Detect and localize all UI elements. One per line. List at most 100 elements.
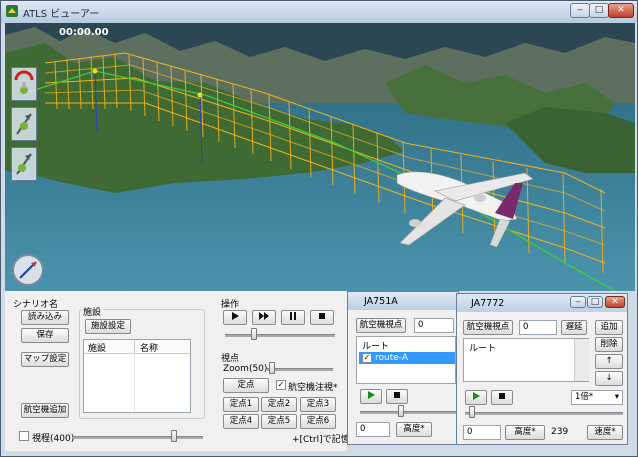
ja751a-route-checkbox[interactable]: ✓ [362,353,372,363]
scene [5,23,635,291]
ja7772-altitude-value: 239 [551,427,569,437]
load-button[interactable]: 読み込み [21,310,69,325]
ja7772-minimize-button[interactable]: ‒ [570,296,586,308]
time-slider-track[interactable] [225,334,335,337]
ja751a-position-field[interactable]: 0 [356,422,390,437]
range-label: 視程(400) [32,434,75,444]
add-aircraft-button[interactable]: 航空機追加 [21,403,69,418]
ja7772-position-field[interactable]: 0 [463,425,501,440]
zoom-slider-track[interactable] [267,368,333,371]
fixed-point-4-button[interactable]: 定点4 [223,414,259,429]
ja7772-route-header: ルート [469,344,497,354]
viewpoint-label: 視点 [221,354,240,364]
stop-button[interactable] [310,310,334,325]
close-button[interactable]: ✕ [608,3,634,18]
ja751a-route-row[interactable]: ✓ route-A [359,352,455,364]
range-slider-track[interactable] [73,436,203,439]
ja7772-value-field[interactable]: 0 [519,320,557,335]
column-header-name[interactable]: 名称 [140,341,158,354]
view-pan-button[interactable] [11,107,37,141]
ja7772-speed-value: 1倍* [575,392,594,402]
compass-icon [12,254,44,286]
play-icon [232,312,239,320]
play-button[interactable] [223,310,247,325]
ja7772-viewpoint-button[interactable]: 航空機視点 [463,320,513,335]
maximize-icon: □ [594,5,604,15]
ja7772-slider-thumb[interactable] [469,406,475,418]
ctrl-hint: +[Ctrl]で記憶 [292,435,350,445]
save-button[interactable]: 保存 [21,328,69,343]
ja7772-add-button[interactable]: 追加 [595,320,623,335]
facility-settings-button[interactable]: 施設設定 [85,319,131,334]
operation-label: 操作 [221,300,240,310]
ja751a-stop-button[interactable] [386,389,408,404]
stop-icon [319,313,325,319]
stop-icon [394,392,400,398]
ja751a-viewpoint-button[interactable]: 航空機視点 [356,318,406,333]
waypoint-marker [92,68,98,74]
ja7772-up-button[interactable]: ↑ [595,354,623,369]
ja7772-speed-button[interactable]: 速度* [587,425,623,440]
fixed-point-3-button[interactable]: 定点3 [300,397,336,412]
ja7772-play-button[interactable] [465,390,487,405]
app-icon [6,5,18,17]
chevron-down-icon: ▾ [614,392,619,402]
watch-aircraft-checkbox[interactable]: ✓ [276,380,286,390]
fixed-point-5-button[interactable]: 定点5 [261,414,297,429]
ja7772-delay-button[interactable]: 遅延 [561,320,587,335]
maximize-button[interactable]: □ [589,3,609,18]
time-slider-thumb[interactable] [251,328,257,340]
map-settings-button[interactable]: マップ設定 [21,352,69,367]
ja7772-down-button[interactable]: ↓ [595,371,623,386]
ja751a-slider-track[interactable] [360,411,456,414]
fixed-point-6-button[interactable]: 定点6 [300,414,336,429]
ja751a-title: JA751A [364,296,398,307]
ja7772-close-button[interactable]: ✕ [605,296,625,308]
ja751a-altitude-button[interactable]: 高度* [396,422,432,437]
pause-button[interactable] [281,310,305,325]
ja7772-altitude-button[interactable]: 高度* [505,425,545,440]
close-icon: ✕ [617,5,625,15]
ja751a-title-bar: JA751A [348,292,458,310]
ja751a-window: JA751A 航空機視点 0 ルート ✓ route-A 0 高度* [347,291,459,445]
rotate-icon [14,70,34,94]
ja751a-value-field[interactable]: 0 [414,318,454,333]
watch-aircraft-label: 航空機注視* [288,383,338,393]
ja7772-delete-button[interactable]: 削除 [595,337,623,352]
fixed-point-button[interactable]: 定点 [223,378,269,393]
zoom-icon [16,153,32,175]
ja7772-window: JA7772 ‒ □ ✕ 航空機視点 0 遅延 追加 削除 ↑ ↓ ルート 1倍… [456,293,628,445]
time-readout: 00:00.00 [59,27,109,38]
pan-icon [16,113,32,135]
minimize-icon: ‒ [577,5,583,15]
facilities-table[interactable]: 施設 名称 [83,339,191,413]
ja7772-title: JA7772 [471,298,505,309]
ja7772-title-bar: JA7772 ‒ □ ✕ [457,294,627,312]
scenario-label: シナリオ名 [13,300,59,310]
zoom-label: Zoom(50) [223,364,268,374]
ja7772-slider-track[interactable] [465,412,623,415]
ja7772-route-list[interactable]: ルート [463,338,589,382]
fixed-point-1-button[interactable]: 定点1 [223,397,259,412]
ja7772-stop-button[interactable] [491,390,513,405]
ja7772-maximize-button[interactable]: □ [587,296,603,308]
minimize-button[interactable]: ‒ [570,3,590,18]
ja7772-route-scrollbar[interactable] [574,339,589,381]
range-checkbox[interactable] [19,431,29,441]
ja7772-speed-select[interactable]: 1倍* ▾ [571,390,623,405]
view-rotate-button[interactable] [11,67,37,101]
title-bar: ATLS ビューアー ‒ □ ✕ [1,1,637,23]
column-header-facility[interactable]: 施設 [88,341,106,354]
ja751a-route-list[interactable]: ルート ✓ route-A [356,336,456,384]
ja751a-route-header: ルート [362,342,390,352]
play-icon [368,391,375,399]
fast-forward-button[interactable] [252,310,276,325]
view-zoom-button[interactable] [11,147,37,181]
window-title: ATLS ビューアー [23,9,100,20]
range-slider-thumb[interactable] [171,430,177,442]
ja751a-play-button[interactable] [360,389,382,404]
3d-viewport[interactable]: 00:00.00 [5,23,635,291]
ja751a-slider-thumb[interactable] [398,405,404,417]
zoom-slider-thumb[interactable] [269,362,275,374]
fixed-point-2-button[interactable]: 定点2 [261,397,297,412]
